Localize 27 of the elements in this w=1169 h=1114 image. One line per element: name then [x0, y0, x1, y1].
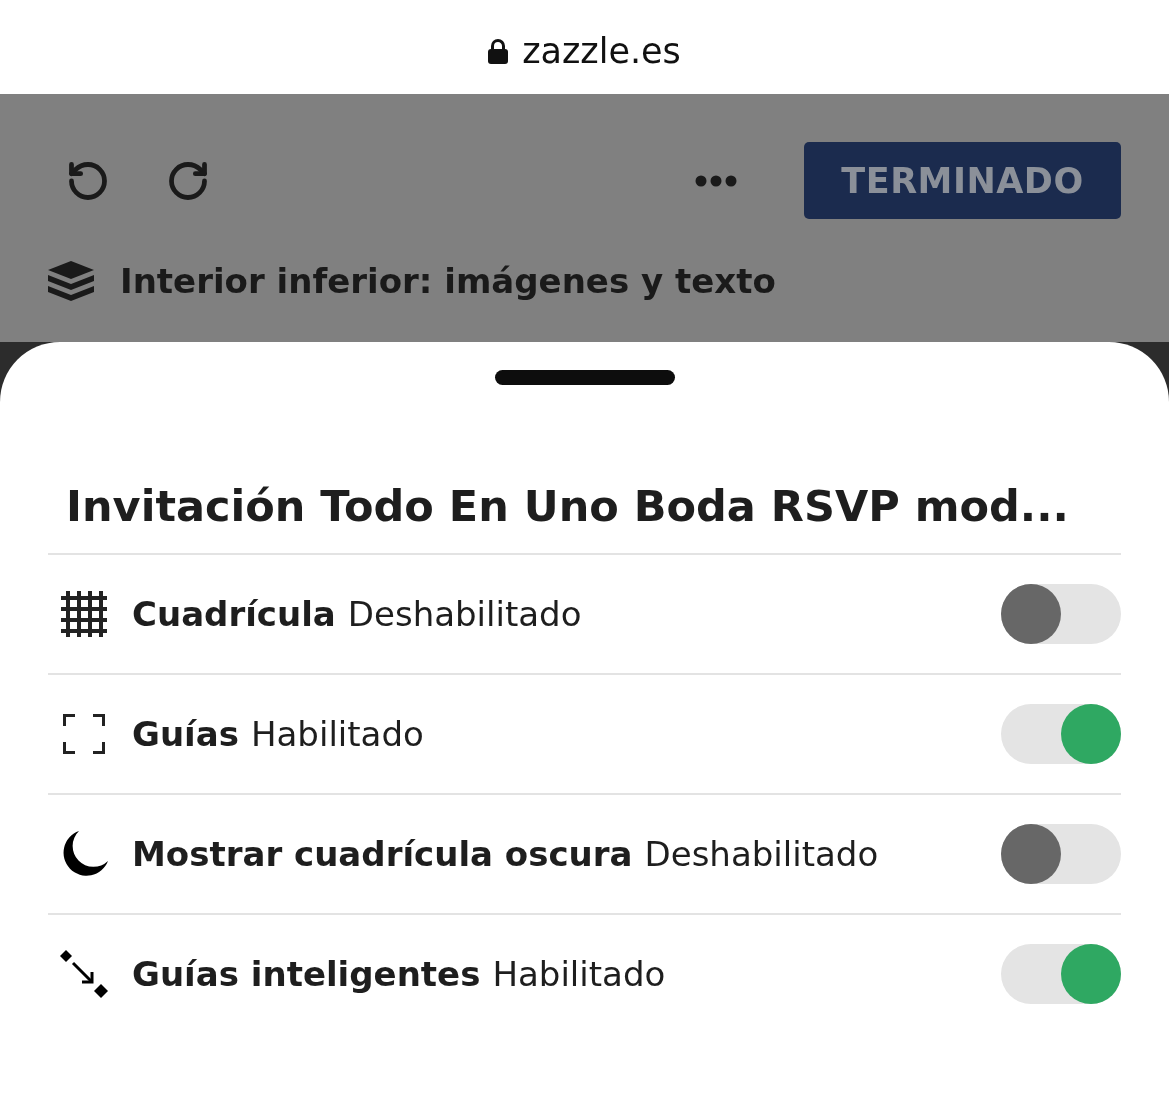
toggle-switch[interactable] — [1001, 584, 1121, 644]
more-icon — [695, 174, 737, 187]
diagonal-arrow-icon — [60, 950, 108, 998]
lock-icon — [488, 38, 509, 64]
setting-label: Guías inteligentes — [132, 954, 481, 994]
layers-icon — [48, 261, 94, 301]
url-text: zazzle.es — [522, 30, 681, 72]
done-button[interactable]: TERMINADO — [804, 142, 1121, 219]
drag-handle[interactable] — [494, 370, 675, 385]
setting-status: Deshabilitado — [644, 834, 879, 874]
setting-label: Mostrar cuadrícula oscura — [132, 834, 633, 874]
grid-icon — [61, 591, 107, 637]
toggle-thumb — [1001, 824, 1061, 884]
setting-label: Cuadrícula — [132, 594, 336, 634]
setting-status: Deshabilitado — [347, 594, 582, 634]
toggle-switch[interactable] — [1001, 824, 1121, 884]
sheet-title: Invitación Todo En Uno Boda RSVP mod... — [66, 480, 1070, 533]
setting-status: Habilitado — [492, 954, 666, 994]
setting-label: Guías — [132, 714, 239, 754]
toggle-thumb — [1061, 944, 1121, 1004]
toggle-switch[interactable] — [1001, 704, 1121, 764]
toggle-thumb — [1001, 584, 1061, 644]
setting-status: Habilitado — [250, 714, 424, 754]
section-title: Interior inferior: imágenes y texto — [120, 261, 776, 301]
toggle-thumb — [1061, 704, 1121, 764]
corner-brackets-icon — [63, 714, 105, 754]
toggle-switch[interactable] — [1001, 944, 1121, 1004]
